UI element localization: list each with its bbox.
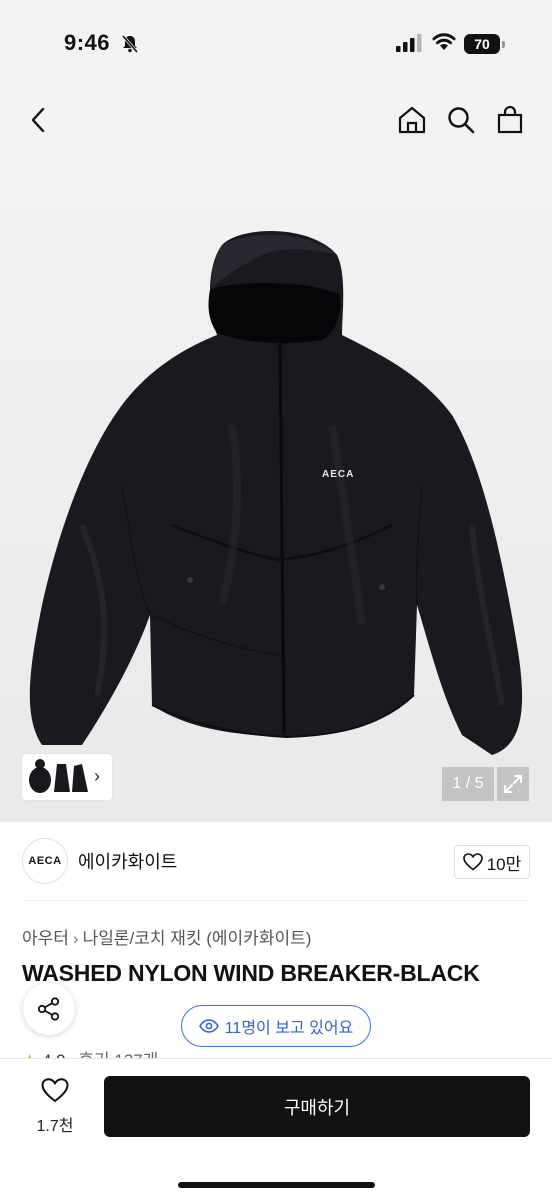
chevron-left-icon: [31, 107, 45, 133]
battery-indicator: 70: [464, 34, 500, 54]
home-icon: [398, 106, 426, 134]
search-button[interactable]: [445, 104, 477, 136]
brand-like-count: 10만: [486, 854, 522, 874]
battery-tip: [502, 41, 505, 48]
home-indicator[interactable]: [178, 1182, 375, 1188]
brand-name[interactable]: 에이카화이트: [78, 848, 177, 874]
cart-button[interactable]: [494, 104, 526, 136]
viewers-badge: 11명이 보고 있어요: [181, 1005, 371, 1047]
heart-icon: [41, 1078, 69, 1103]
share-icon: [37, 997, 60, 1021]
search-icon: [448, 107, 475, 134]
breadcrumb-category[interactable]: 아우터: [22, 929, 69, 948]
eye-icon: [198, 1019, 219, 1033]
chevron-right-icon[interactable]: ›: [94, 766, 100, 787]
cellular-signal-icon: [396, 34, 422, 52]
status-time: 9:46: [64, 30, 111, 55]
back-button[interactable]: [22, 104, 54, 136]
shopping-bag-icon: [497, 105, 523, 134]
breadcrumb-subcategory[interactable]: 나일론/코치 재킷 (에이카화이트): [83, 929, 312, 948]
jacket-thumbnail-icon: [29, 759, 88, 793]
buy-button[interactable]: 구매하기: [104, 1076, 530, 1137]
viewers-text: 11명이 보고 있어요: [224, 1020, 354, 1037]
wishlist-count: 1.7천: [36, 1118, 74, 1135]
silent-bell-icon: [121, 35, 139, 53]
brand-like-button[interactable]: 10만: [454, 845, 530, 879]
heart-icon: [462, 853, 483, 871]
breadcrumb-separator: ›: [72, 929, 79, 948]
brand-row: AECA 에이카화이트 10만: [22, 838, 530, 884]
image-pager: 1 / 5: [442, 767, 494, 801]
status-bar: 9:46 70: [0, 0, 552, 90]
breadcrumb: 아우터 › 나일론/코치 재킷 (에이카화이트): [22, 924, 311, 949]
expand-icon: [504, 775, 522, 793]
fullscreen-button[interactable]: [497, 767, 529, 801]
jacket-logo-text: AECA: [322, 469, 354, 480]
wifi-icon: [432, 33, 456, 50]
home-button[interactable]: [396, 104, 428, 136]
divider: [22, 900, 530, 901]
brand-logo[interactable]: AECA: [22, 838, 68, 884]
wishlist-button[interactable]: 1.7천: [28, 1078, 82, 1138]
jacket-product-image: AECA: [29, 231, 523, 756]
product-title: WASHED NYLON WIND BREAKER-BLACK: [22, 960, 480, 986]
share-button[interactable]: [23, 983, 75, 1035]
